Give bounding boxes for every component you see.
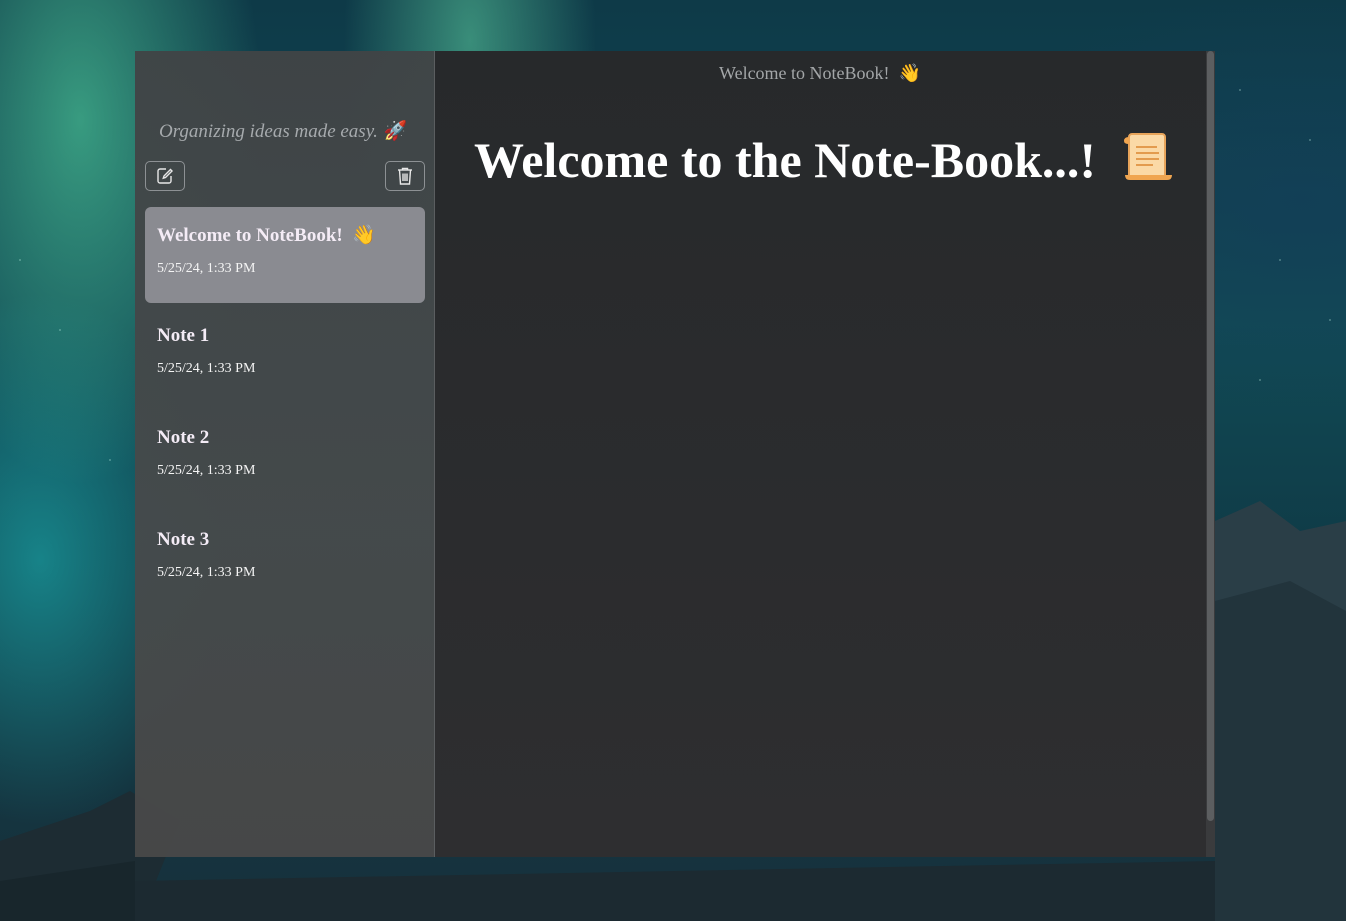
delete-note-button[interactable] [385, 161, 425, 191]
edit-note-icon [157, 168, 173, 184]
note-title: Note 2 [157, 427, 210, 448]
tagline-text: Organizing ideas made easy. [159, 121, 378, 142]
rocket-icon: 🚀 [383, 121, 408, 142]
editor-pane[interactable]: Welcome to NoteBook! 👋 Welcome to the No… [435, 51, 1215, 857]
editor-header-title: Welcome to NoteBook! [719, 63, 890, 83]
editor-scrollbar[interactable] [1206, 51, 1215, 857]
new-note-button[interactable] [145, 161, 185, 191]
note-date: 5/25/24, 1:33 PM [157, 463, 256, 478]
trash-icon [398, 167, 412, 185]
scroll-icon [1123, 133, 1172, 180]
editor-heading-text: Welcome to the Note-Book...! [474, 132, 1097, 188]
note-item-note-1[interactable]: Note 1 5/25/24, 1:33 PM [145, 309, 425, 405]
note-date: 5/25/24, 1:33 PM [157, 565, 256, 580]
waving-hand-icon: 👋 [352, 225, 376, 246]
app-window: Organizing ideas made easy. 🚀 Welcome to … [135, 51, 1215, 857]
note-title: Note 3 [157, 529, 210, 550]
editor-header: Welcome to NoteBook! 👋 [435, 63, 1205, 84]
scrollbar-thumb[interactable] [1207, 51, 1214, 821]
note-title: Note 1 [157, 325, 210, 346]
note-item-note-3[interactable]: Note 3 5/25/24, 1:33 PM [145, 513, 425, 609]
note-list: Welcome to NoteBook! 👋 5/25/24, 1:33 PM … [145, 207, 425, 615]
editor-heading[interactable]: Welcome to the Note-Book...! [474, 131, 1173, 189]
note-title-text: Welcome to NoteBook! [157, 225, 343, 246]
sidebar: Organizing ideas made easy. 🚀 Welcome to … [135, 51, 435, 857]
note-date: 5/25/24, 1:33 PM [157, 361, 256, 376]
sidebar-tagline: Organizing ideas made easy. 🚀 [159, 119, 408, 143]
note-date: 5/25/24, 1:33 PM [157, 261, 256, 276]
note-item-note-2[interactable]: Note 2 5/25/24, 1:33 PM [145, 411, 425, 507]
waving-hand-icon: 👋 [898, 63, 921, 83]
note-item-welcome[interactable]: Welcome to NoteBook! 👋 5/25/24, 1:33 PM [145, 207, 425, 303]
note-title: Welcome to NoteBook! 👋 [157, 223, 413, 247]
